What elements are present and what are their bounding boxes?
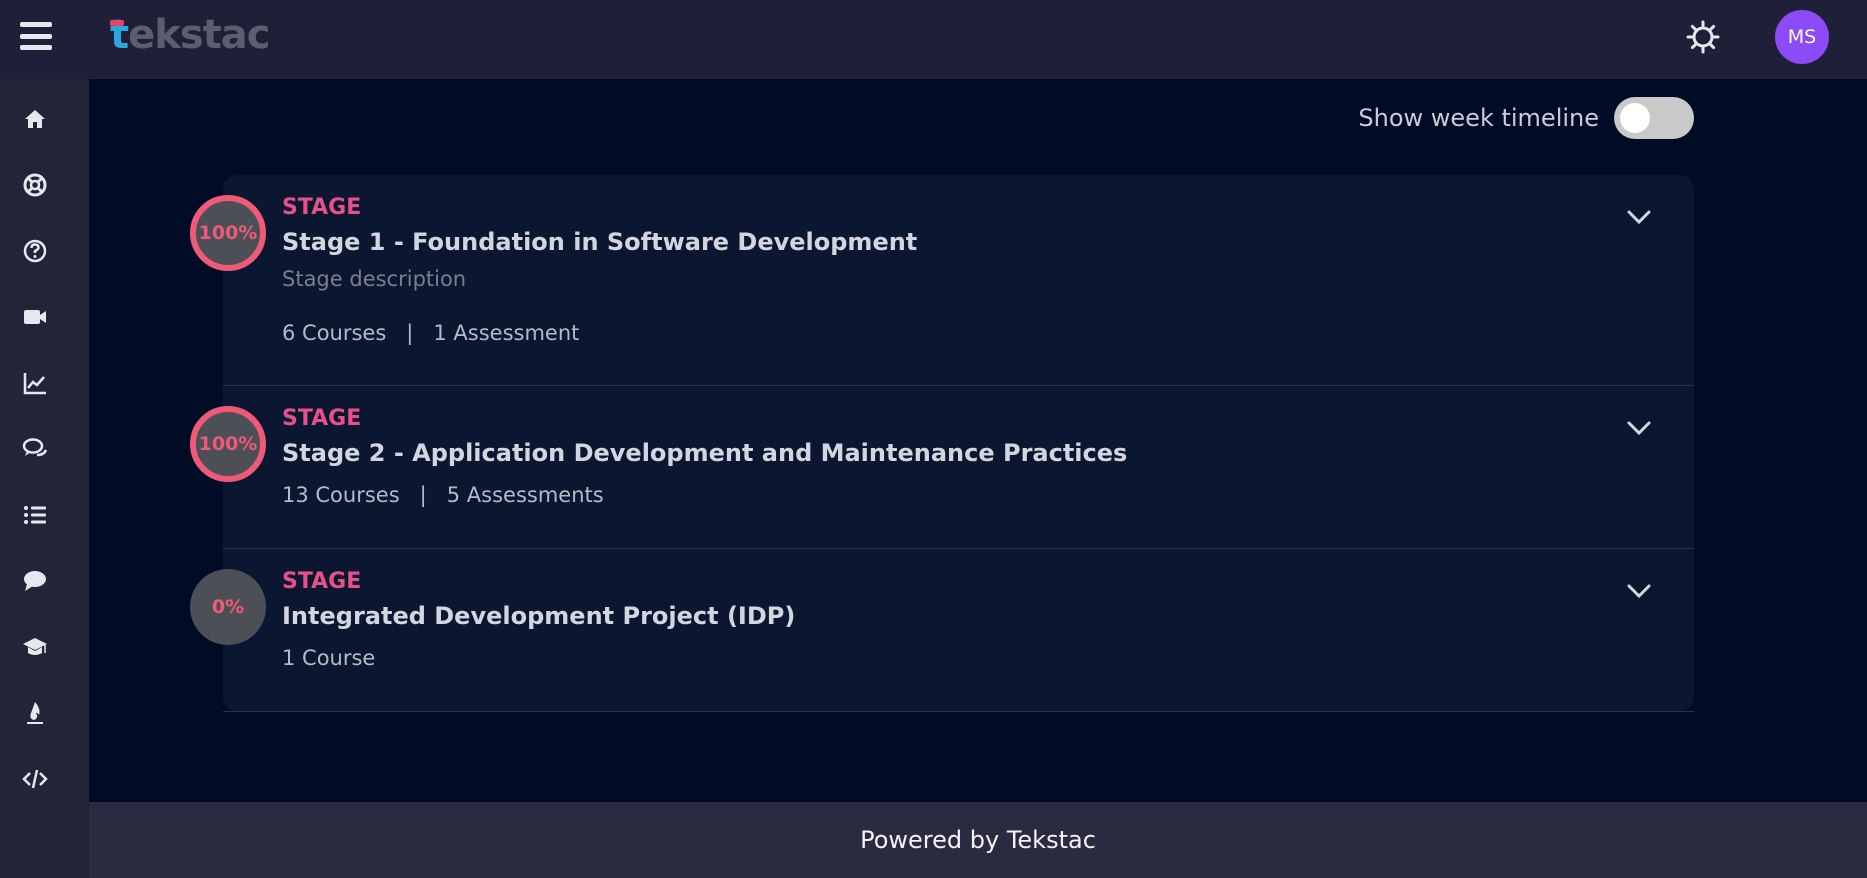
chevron-down-icon[interactable] bbox=[1623, 575, 1655, 607]
assessment-count: 5 Assessments bbox=[446, 483, 604, 507]
chat-bubbles-icon[interactable] bbox=[21, 435, 49, 463]
course-count: 13 Courses bbox=[282, 483, 400, 507]
assessment-count: 1 Assessment bbox=[433, 321, 580, 345]
top-bar: tekstac MS bbox=[0, 0, 1867, 79]
list-icon[interactable] bbox=[21, 501, 49, 529]
graduation-cap-icon[interactable] bbox=[21, 633, 49, 661]
logo-text: ekstac bbox=[128, 12, 270, 58]
stage-meta: 6 Courses | 1 Assessment bbox=[282, 321, 579, 345]
logo-letter: t bbox=[110, 12, 129, 58]
fire-icon[interactable] bbox=[21, 699, 49, 727]
chevron-down-icon[interactable] bbox=[1623, 412, 1655, 444]
week-timeline-toggle[interactable] bbox=[1614, 97, 1694, 139]
toggle-knob bbox=[1620, 103, 1650, 133]
stage-description: Stage description bbox=[282, 267, 467, 291]
chevron-down-icon[interactable] bbox=[1623, 201, 1655, 233]
menu-icon[interactable] bbox=[20, 22, 52, 50]
stage-tag: STAGE bbox=[282, 195, 362, 220]
comment-icon[interactable] bbox=[21, 567, 49, 595]
user-avatar[interactable]: MS bbox=[1775, 10, 1829, 64]
progress-ring: 100% bbox=[190, 195, 266, 271]
course-count: 1 Course bbox=[282, 646, 376, 670]
stage-tag: STAGE bbox=[282, 406, 362, 431]
stage-title: Stage 2 - Application Development and Ma… bbox=[282, 439, 1128, 467]
stage-meta: 1 Course bbox=[282, 646, 375, 670]
meta-separator: | bbox=[406, 321, 414, 345]
brightness-icon[interactable] bbox=[1686, 20, 1720, 54]
footer: Powered by Tekstac bbox=[89, 802, 1867, 878]
stage-tag: STAGE bbox=[282, 569, 362, 594]
video-icon[interactable] bbox=[21, 303, 49, 331]
stage-meta: 13 Courses | 5 Assessments bbox=[282, 483, 604, 507]
week-timeline-label: Show week timeline bbox=[1358, 104, 1599, 132]
help-icon[interactable] bbox=[21, 237, 49, 265]
stage-item[interactable]: 100% STAGE Stage 2 - Application Develop… bbox=[190, 386, 1694, 549]
stage-title: Stage 1 - Foundation in Software Develop… bbox=[282, 228, 918, 256]
stage-item[interactable]: 100% STAGE Stage 1 - Foundation in Softw… bbox=[190, 175, 1694, 386]
stage-list: 100% STAGE Stage 1 - Foundation in Softw… bbox=[190, 175, 1694, 712]
tekstac-logo[interactable]: tekstac bbox=[110, 12, 271, 58]
chart-line-icon[interactable] bbox=[21, 369, 49, 397]
course-count: 6 Courses bbox=[282, 321, 387, 345]
progress-ring: 0% bbox=[190, 569, 266, 645]
progress-ring: 100% bbox=[190, 406, 266, 482]
stage-item[interactable]: 0% STAGE Integrated Development Project … bbox=[190, 549, 1694, 712]
code-icon[interactable] bbox=[21, 765, 49, 793]
lifebuoy-icon[interactable] bbox=[21, 171, 49, 199]
powered-by-text: Powered by Tekstac bbox=[860, 826, 1096, 854]
stage-title: Integrated Development Project (IDP) bbox=[282, 602, 796, 630]
sidebar bbox=[0, 79, 89, 878]
meta-separator: | bbox=[419, 483, 427, 507]
home-icon[interactable] bbox=[21, 105, 49, 133]
